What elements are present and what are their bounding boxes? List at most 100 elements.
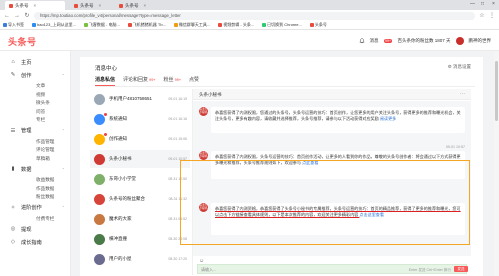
close-icon[interactable]: × xyxy=(144,3,147,8)
minimize-icon[interactable]: — xyxy=(470,1,475,7)
bookmark-item[interactable]: hao123_上网从这里... xyxy=(32,22,76,28)
close-icon[interactable]: × xyxy=(34,3,37,8)
conversation-item[interactable]: 头条小秘书 09-01 10:57 xyxy=(90,150,190,168)
sidebar-section-manage[interactable]: ☰ 管理 ⌃ xyxy=(0,125,71,137)
sidebar-label: 付费专栏 xyxy=(36,215,55,221)
user-name[interactable]: 鹏神的世界 xyxy=(469,38,492,44)
chevron-up-icon[interactable]: ⌃ xyxy=(62,73,65,78)
sidebar-section-guide[interactable]: ◇ 成长指南 xyxy=(0,236,71,248)
browser-tab[interactable]: 头条号 × xyxy=(5,1,65,10)
sender-avatar: 头条号小秘书 xyxy=(199,151,208,160)
message-tab[interactable]: 评论和回复 99+ xyxy=(123,76,156,86)
send-button[interactable]: 发送 xyxy=(454,266,468,272)
sidebar-section-advance[interactable]: ✧ 进阶创作 ⌃ xyxy=(0,202,71,214)
message-tab[interactable]: 粉丝 99+ xyxy=(164,76,182,86)
sidebar-section-chart[interactable]: ▮ 数据 ⌃ xyxy=(0,163,71,175)
conversation-item[interactable]: 用户的小屋 08-30 17:20 xyxy=(90,250,190,268)
sidebar-item[interactable]: 草稿箱 xyxy=(0,155,71,163)
page-scrollbar[interactable] xyxy=(494,51,499,276)
conversation-avatar xyxy=(94,173,105,185)
message-tab[interactable]: 点赞 xyxy=(189,76,199,86)
menu-icon[interactable]: ⋮ xyxy=(489,12,495,19)
bookmark-icon xyxy=(32,23,36,27)
chevron-up-icon[interactable]: ⌃ xyxy=(62,205,65,210)
bookmark-label: 视频剪辑 - 头条... xyxy=(223,22,255,27)
notifications-label[interactable]: 消息 xyxy=(370,38,379,44)
sidebar-item[interactable]: 付费专栏 xyxy=(0,215,71,223)
sidebar-item[interactable]: 文章 xyxy=(0,82,71,90)
browser-tab-label: 头条号 xyxy=(125,2,139,8)
star-icon[interactable]: ☆ xyxy=(479,12,485,19)
chat-input-area: ☺ 请输入... Enter 发送 Ctrl+Enter 换行 发送 xyxy=(193,256,471,275)
message-link[interactable]: 阅读更多 xyxy=(380,116,396,121)
sidebar-item[interactable]: 微头条 xyxy=(0,99,71,107)
sidebar-item[interactable]: 问答 xyxy=(0,108,71,116)
conversation-item[interactable]: 东哥小小学堂 08-31 12:50 xyxy=(90,170,190,188)
conversation-item[interactable]: 创作通知 09-01 15:06 xyxy=(90,130,190,148)
bookmark-label: 微信群聊天工具... xyxy=(178,22,211,27)
conversation-avatar xyxy=(94,253,105,265)
conversation-item[interactable]: 手机用户4810758651 09-01 16:19 xyxy=(90,90,190,108)
sidebar-label: 问答 xyxy=(36,108,46,114)
bookmark-item[interactable]: 已切换到 Chrome... xyxy=(262,22,302,28)
sidebar-item[interactable]: 专栏 xyxy=(0,116,71,124)
chevron-up-icon[interactable]: ⌃ xyxy=(62,167,65,172)
conversation-item[interactable]: 魔术的大家 08-31 08:52 xyxy=(90,210,190,228)
logo[interactable]: 头条号 xyxy=(8,35,37,48)
account-info: 百头条你的粉丝数 1807 天 xyxy=(397,38,451,43)
sidebar-label: 作品管理 xyxy=(36,138,55,144)
message-tab[interactable]: 消息私信 xyxy=(95,76,116,86)
conversation-item[interactable]: 头条号的粉丝聚合 08-31 11:32 xyxy=(90,190,190,208)
sidebar-label: 文章 xyxy=(36,83,46,88)
browser-tab[interactable]: 头条号 × xyxy=(70,1,112,10)
bookmark-item[interactable]: 微信群聊天工具... xyxy=(173,22,211,28)
bookmark-label: hao123_上网从这里... xyxy=(37,22,76,27)
conversation-name: 魔术的大家 xyxy=(109,216,132,221)
close-icon[interactable]: × xyxy=(99,3,102,8)
bookmark-item[interactable]: 飞机猪猪机器 Tb... xyxy=(127,22,166,28)
bookmark-item[interactable]: 飞客数据 - 电脑... xyxy=(83,22,120,28)
bookmark-item[interactable]: 导入书签 xyxy=(3,22,24,28)
conversation-name: 手机用户4810758651 xyxy=(109,96,153,101)
sidebar-section-withdraw[interactable]: ◎ 提现 xyxy=(0,223,71,235)
back-icon[interactable]: ← xyxy=(4,13,10,19)
app-header: 头条号 消息 99+ 百头条你的粉丝数 1807 天 鹏神的世界 xyxy=(0,30,499,51)
scrollbar-thumb[interactable] xyxy=(495,61,498,121)
sidebar-item[interactable]: 评论管理 xyxy=(0,146,71,154)
message-text: 恭喜您获得了内测权限，您通过的头条号，头条号运营的技巧：首页创作，让您更多的用户… xyxy=(215,110,461,121)
browser-tab[interactable]: 头条号 × xyxy=(115,1,157,10)
bookmark-item[interactable]: 头条号 xyxy=(309,22,327,28)
message-tab-label: 消息私信 xyxy=(95,77,116,83)
unread-dot xyxy=(104,133,107,136)
forward-icon[interactable]: → xyxy=(14,13,20,19)
avatar[interactable] xyxy=(455,37,464,45)
conversation-avatar xyxy=(94,93,105,105)
conversation-time: 09-01 15:06 xyxy=(168,137,187,141)
sidebar-item[interactable]: 作品数据 xyxy=(0,185,71,193)
url-input[interactable]: https://mp.toutiao.com/profile_v4/person… xyxy=(34,11,475,20)
sidebar-item[interactable]: 视频 xyxy=(0,91,71,99)
sender-avatar: 头条号小秘书 xyxy=(199,107,208,116)
sidebar-section-edit[interactable]: ✎ 创作 ⌃ xyxy=(0,69,71,81)
sidebar-label: 评论管理 xyxy=(36,147,55,152)
bookmark-item[interactable]: 视频剪辑 - 头条... xyxy=(218,22,254,28)
sidebar-item[interactable]: 收益数据 xyxy=(0,176,71,184)
conversation-item[interactable]: 横冲直撞 08-30 23:08 xyxy=(90,230,190,248)
maximize-icon[interactable]: □ xyxy=(481,1,484,7)
window-close-icon[interactable]: × xyxy=(492,1,495,7)
more-icon[interactable]: ··· xyxy=(460,91,465,97)
sidebar-section-home[interactable]: ⌂ 主页 xyxy=(0,56,71,68)
reload-icon[interactable]: ↻ xyxy=(24,12,30,19)
sidebar-item[interactable]: 粉丝数据 xyxy=(0,193,71,201)
bell-icon[interactable] xyxy=(359,38,365,44)
chevron-up-icon[interactable]: ⌃ xyxy=(62,128,65,133)
notifications-badge: 99+ xyxy=(383,39,393,43)
sidebar-item[interactable]: 作品管理 xyxy=(0,138,71,146)
sidebar: ⌂ 主页 ✎ 创作 ⌃ 文章视频 微头条 问答专栏 ☰ 管理 ⌃ 作品管理评论管理草稿箱 ▮ 数据 ⌃ 收益数… xyxy=(0,51,71,276)
conversation-name: 东哥小小学堂 xyxy=(109,176,136,181)
message-settings-link[interactable]: ⚙ 消息设置 xyxy=(448,64,471,70)
conversation-avatar xyxy=(94,233,105,245)
conversation-name: 用户的小屋 xyxy=(109,256,132,261)
conversation-item[interactable]: 系统通知 09-01 16:16 xyxy=(90,110,190,128)
sidebar-label: 主页 xyxy=(21,59,32,66)
